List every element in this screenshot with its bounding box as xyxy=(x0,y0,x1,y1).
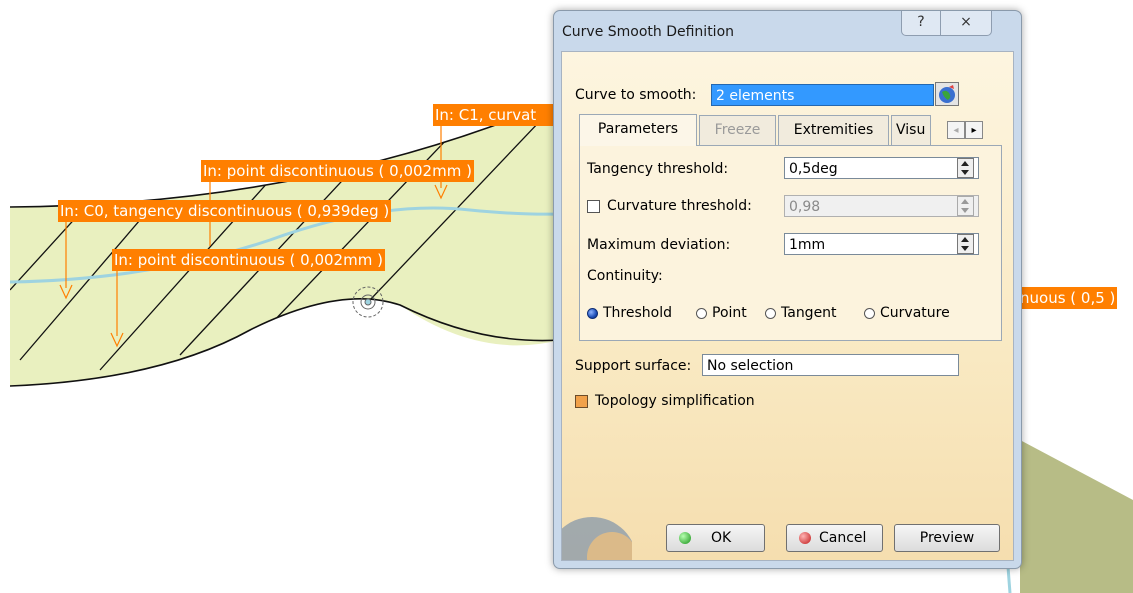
globe-icon xyxy=(939,85,955,103)
maximum-deviation-label: Maximum deviation: xyxy=(587,237,731,253)
support-surface-field[interactable]: No selection xyxy=(702,354,959,376)
curvature-threshold-spinner[interactable] xyxy=(957,196,974,216)
dialog-title: Curve Smooth Definition xyxy=(562,24,735,40)
curvature-threshold-checkbox[interactable] xyxy=(587,200,600,213)
curve-to-smooth-label: Curve to smooth: xyxy=(575,87,697,103)
tangency-threshold-input[interactable]: 0,5deg xyxy=(784,157,979,179)
curvature-threshold-input[interactable]: 0,98 xyxy=(784,195,979,217)
preview-button[interactable]: Preview xyxy=(894,524,1000,552)
tab-scroll-right-button[interactable]: ▸ xyxy=(965,121,983,139)
curvature-threshold-label: Curvature threshold: xyxy=(607,198,752,214)
radio-threshold[interactable] xyxy=(587,308,598,319)
tangency-threshold-spinner[interactable] xyxy=(957,158,974,178)
annotation-c1-curvature[interactable]: In: C1, curvat xyxy=(433,104,553,126)
close-button[interactable]: × xyxy=(940,11,992,36)
tab-extremities[interactable]: Extremities xyxy=(778,115,889,145)
chevron-left-icon: ◂ xyxy=(953,125,959,136)
surface-band xyxy=(10,108,560,386)
selection-list-button[interactable] xyxy=(935,82,959,106)
annotation-c0-tangency[interactable]: In: C0, tangency discontinuous ( 0,939de… xyxy=(58,200,392,222)
annotation-continuity-right[interactable]: nuous ( 0,5 ) xyxy=(1018,287,1118,309)
radio-curvature-label[interactable]: Curvature xyxy=(880,305,950,321)
cancel-button[interactable]: Cancel xyxy=(786,524,883,552)
annotation-point-discontinuous-2[interactable]: In: point discontinuous ( 0,002mm ) xyxy=(112,249,385,271)
ok-button[interactable]: OK xyxy=(666,524,765,552)
maximum-deviation-spinner[interactable] xyxy=(957,234,974,254)
cancel-icon xyxy=(799,532,811,544)
topology-simplification-checkbox[interactable] xyxy=(575,395,588,408)
tangency-threshold-label: Tangency threshold: xyxy=(587,161,729,177)
dialog-titlebar[interactable]: Curve Smooth Definition ? × xyxy=(554,11,1021,51)
topology-simplification-label[interactable]: Topology simplification xyxy=(595,393,755,409)
radio-tangent[interactable] xyxy=(765,308,776,319)
help-icon: ? xyxy=(917,14,925,30)
ok-icon xyxy=(679,532,691,544)
tab-freeze[interactable]: Freeze xyxy=(699,115,776,145)
dialog-body: Curve to smooth: 2 elements Parameters F… xyxy=(561,51,1014,561)
close-icon: × xyxy=(960,14,972,30)
chevron-right-icon: ▸ xyxy=(971,125,977,136)
continuity-label: Continuity: xyxy=(587,268,663,284)
radio-curvature[interactable] xyxy=(864,308,875,319)
maximum-deviation-input[interactable]: 1mm xyxy=(784,233,979,255)
right-surface-band xyxy=(1020,440,1133,593)
tab-visu[interactable]: Visu xyxy=(891,115,931,145)
radio-point[interactable] xyxy=(696,308,707,319)
tab-parameters[interactable]: Parameters xyxy=(579,114,697,146)
support-surface-label: Support surface: xyxy=(575,358,692,374)
help-button[interactable]: ? xyxy=(901,11,941,36)
curve-smooth-dialog: Curve Smooth Definition ? × Curve to smo… xyxy=(553,10,1022,569)
radio-tangent-label[interactable]: Tangent xyxy=(781,305,837,321)
radio-threshold-label[interactable]: Threshold xyxy=(603,305,672,321)
tab-scroll-left-button[interactable]: ◂ xyxy=(947,121,965,139)
annotation-point-discontinuous-1[interactable]: In: point discontinuous ( 0,002mm ) xyxy=(201,160,474,182)
decorative-logo xyxy=(562,517,632,560)
curve-to-smooth-field[interactable]: 2 elements xyxy=(711,84,934,106)
radio-point-label[interactable]: Point xyxy=(712,305,747,321)
